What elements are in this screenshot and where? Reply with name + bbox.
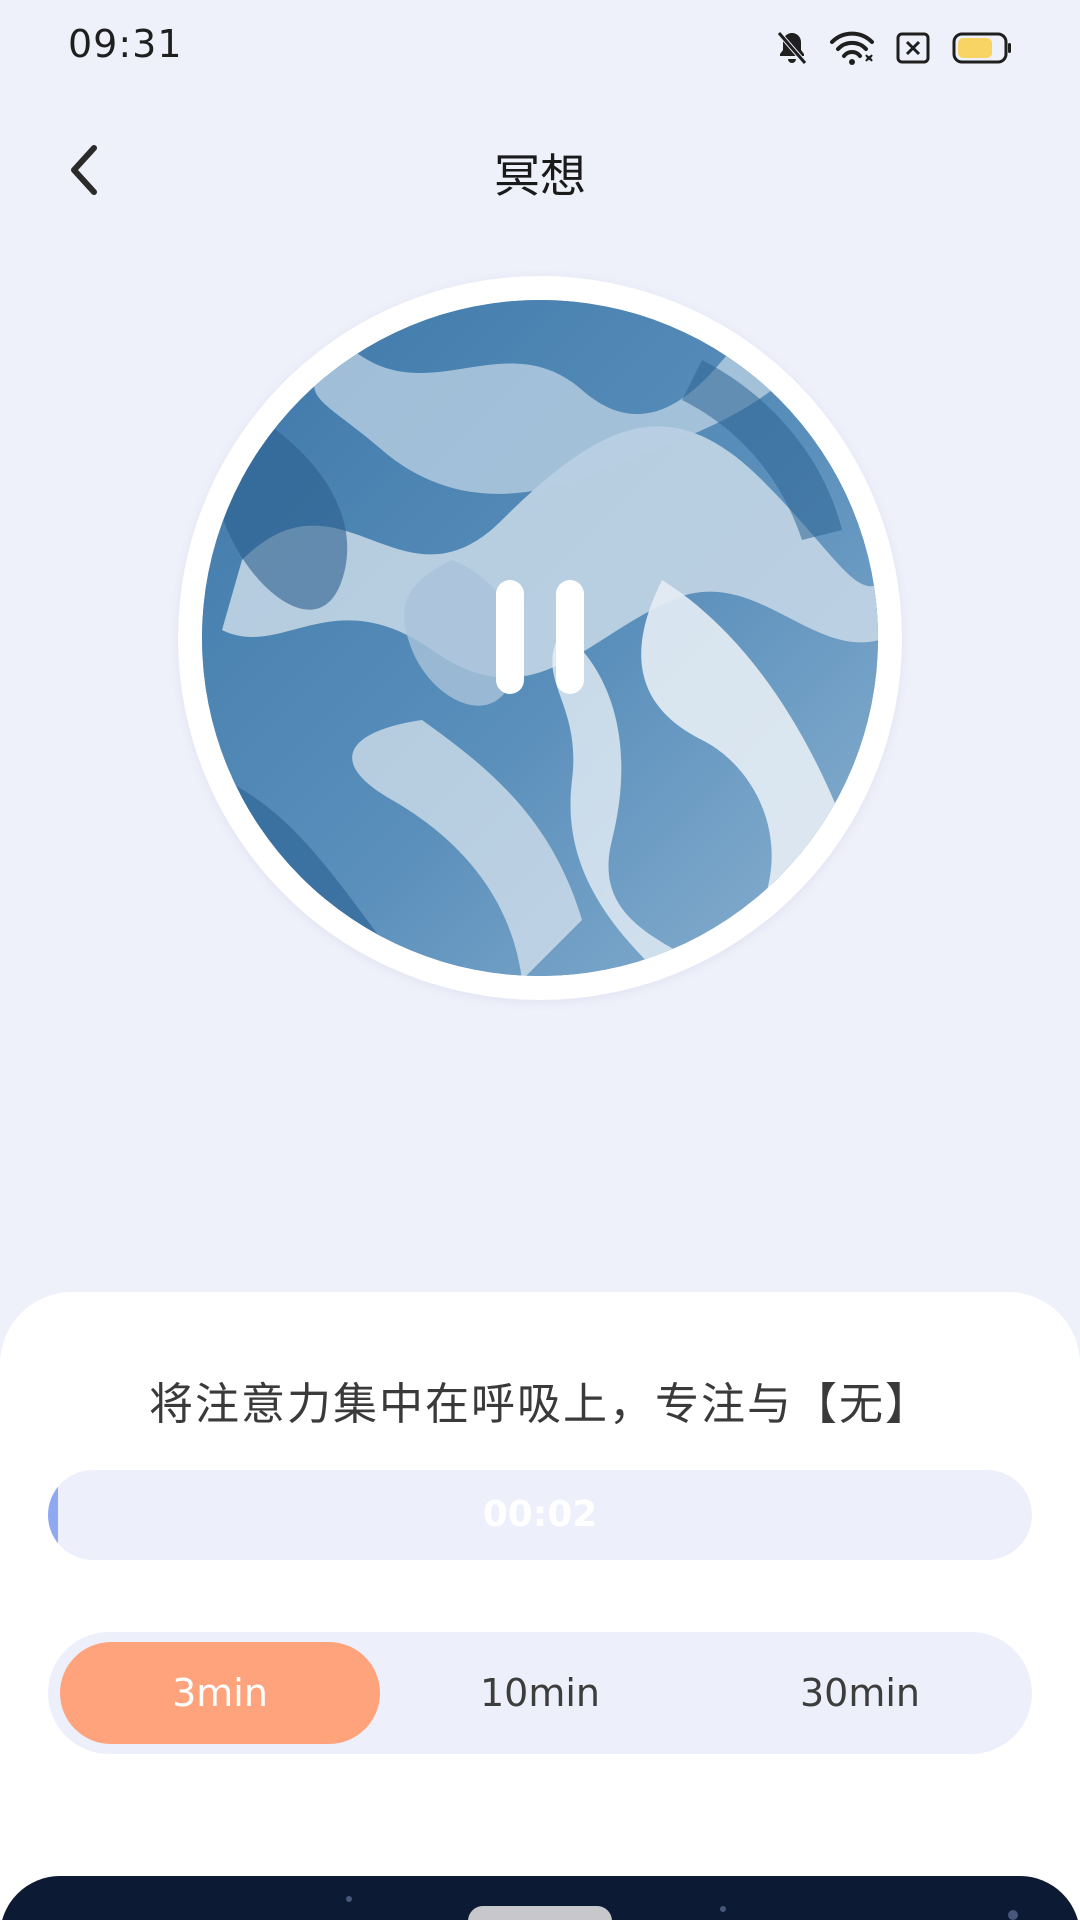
status-icons xyxy=(776,28,1012,68)
progress-bar: 00:02 xyxy=(48,1470,1032,1560)
guide-text: 将注意力集中在呼吸上，专注与【无】 xyxy=(149,1379,931,1430)
bell-off-icon xyxy=(776,30,808,66)
meditation-screen: 09:31 冥想 将注意力集中在呼吸上，专注与【无】 00:02 3min 10… xyxy=(0,0,1080,1920)
status-time: 09:31 xyxy=(68,22,183,66)
star-decoration xyxy=(1008,1910,1018,1920)
pause-button[interactable] xyxy=(490,580,590,700)
page-title: 冥想 xyxy=(494,149,586,203)
elapsed-time: 00:02 xyxy=(482,1494,598,1535)
duration-selector: 3min 10min 30min xyxy=(48,1632,1032,1754)
star-decoration xyxy=(346,1896,352,1902)
pause-icon-bar xyxy=(556,580,584,694)
wifi-icon xyxy=(830,31,874,65)
status-bar: 09:31 xyxy=(0,0,1080,96)
sheet-handle[interactable] xyxy=(468,1906,612,1920)
bottom-bar xyxy=(0,1876,1080,1920)
duration-option-3min[interactable]: 3min xyxy=(60,1642,380,1744)
star-decoration xyxy=(720,1906,726,1912)
header: 冥想 xyxy=(0,120,1080,220)
battery-level xyxy=(958,38,992,58)
sim-disabled-icon xyxy=(896,32,930,64)
battery-icon xyxy=(952,32,1012,64)
duration-option-10min[interactable]: 10min xyxy=(380,1642,700,1744)
pause-icon xyxy=(496,580,524,694)
duration-option-30min[interactable]: 30min xyxy=(700,1642,1020,1744)
